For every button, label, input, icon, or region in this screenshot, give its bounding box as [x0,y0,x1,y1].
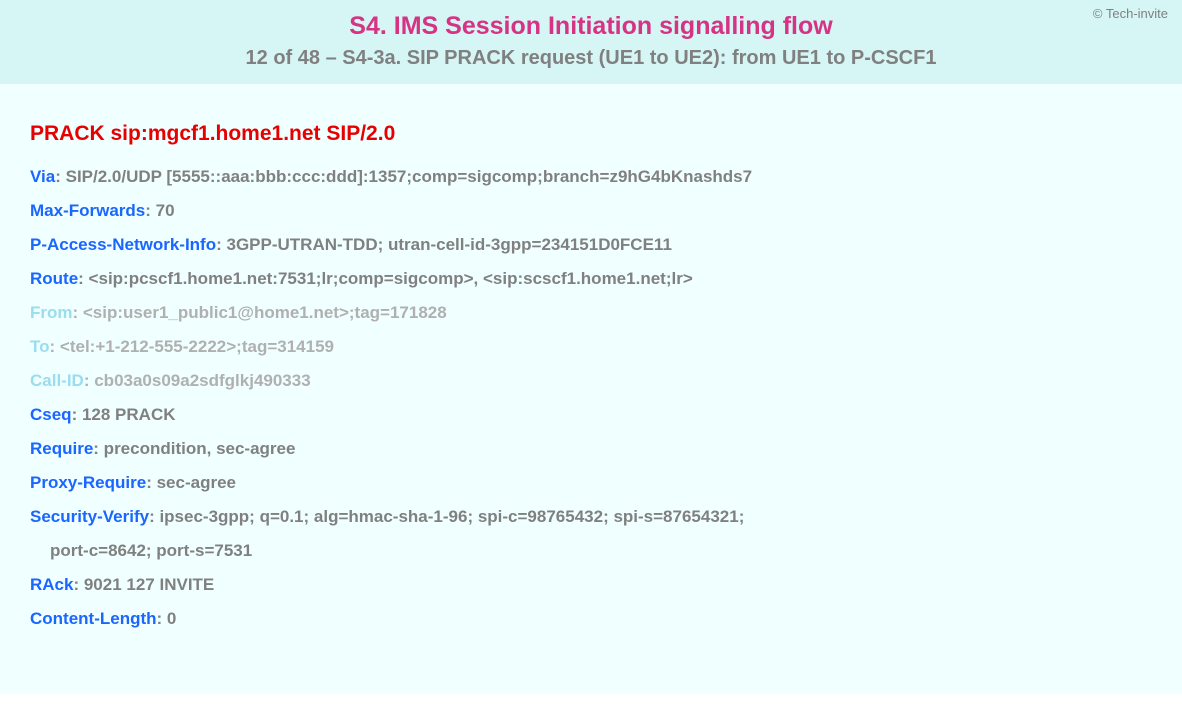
sip-header-value: : 0 [157,609,177,628]
sip-header-value: : <sip:pcscf1.home1.net:7531;lr;comp=sig… [78,269,693,288]
page-subtitle: 12 of 48 – S4-3a. SIP PRACK request (UE1… [0,47,1182,70]
sip-header-value: : 3GPP-UTRAN-TDD; utran-cell-id-3gpp=234… [216,235,672,254]
sip-header-name: P-Access-Network-Info [30,235,216,254]
sip-request-line: PRACK sip:mgcf1.home1.net SIP/2.0 [30,122,1152,146]
sip-header-name: Max-Forwards [30,201,145,220]
sip-header-row: Content-Length: 0 [30,602,1152,636]
sip-header-row: Security-Verify: ipsec-3gpp; q=0.1; alg=… [30,500,1152,534]
sip-message-content: PRACK sip:mgcf1.home1.net SIP/2.0 Via: S… [0,84,1182,694]
sip-header-row: RAck: 9021 127 INVITE [30,568,1152,602]
sip-header-continuation-value: port-c=8642; port-s=7531 [50,541,252,560]
sip-header-name: Proxy-Require [30,473,146,492]
sip-header-value: : 70 [145,201,174,220]
sip-header-row: From: <sip:user1_public1@home1.net>;tag=… [30,296,1152,330]
sip-header-value: : 128 PRACK [72,405,176,424]
sip-header-row: Cseq: 128 PRACK [30,398,1152,432]
sip-header-name: RAck [30,575,73,594]
sip-header-name: Require [30,439,93,458]
header-band: © Tech-invite S4. IMS Session Initiation… [0,0,1182,84]
sip-header-name: Content-Length [30,609,157,628]
sip-header-name: Route [30,269,78,288]
sip-header-row: Proxy-Require: sec-agree [30,466,1152,500]
sip-header-name: From [30,303,73,322]
sip-header-name: Call-ID [30,371,84,390]
sip-header-continuation: port-c=8642; port-s=7531 [30,534,1152,568]
sip-header-value: : <tel:+1-212-555-2222>;tag=314159 [50,337,334,356]
sip-header-name: Via [30,167,55,186]
sip-headers-block: Via: SIP/2.0/UDP [5555::aaa:bbb:ccc:ddd]… [30,160,1152,636]
sip-header-value: : SIP/2.0/UDP [5555::aaa:bbb:ccc:ddd]:13… [55,167,752,186]
copyright-text: © Tech-invite [1093,6,1168,21]
page-title: S4. IMS Session Initiation signalling fl… [0,12,1182,41]
sip-header-name: Cseq [30,405,72,424]
sip-header-row: Max-Forwards: 70 [30,194,1152,228]
sip-header-row: Call-ID: cb03a0s09a2sdfglkj490333 [30,364,1152,398]
sip-header-row: P-Access-Network-Info: 3GPP-UTRAN-TDD; u… [30,228,1152,262]
sip-header-value: : <sip:user1_public1@home1.net>;tag=1718… [73,303,447,322]
sip-header-name: To [30,337,50,356]
sip-header-row: Route: <sip:pcscf1.home1.net:7531;lr;com… [30,262,1152,296]
sip-header-value: : sec-agree [146,473,236,492]
sip-header-name: Security-Verify [30,507,149,526]
sip-header-value: : cb03a0s09a2sdfglkj490333 [84,371,311,390]
sip-header-row: Via: SIP/2.0/UDP [5555::aaa:bbb:ccc:ddd]… [30,160,1152,194]
sip-header-value: : ipsec-3gpp; q=0.1; alg=hmac-sha-1-96; … [149,507,744,526]
sip-header-value: : precondition, sec-agree [93,439,295,458]
sip-header-value: : 9021 127 INVITE [73,575,214,594]
sip-header-row: To: <tel:+1-212-555-2222>;tag=314159 [30,330,1152,364]
sip-header-row: Require: precondition, sec-agree [30,432,1152,466]
